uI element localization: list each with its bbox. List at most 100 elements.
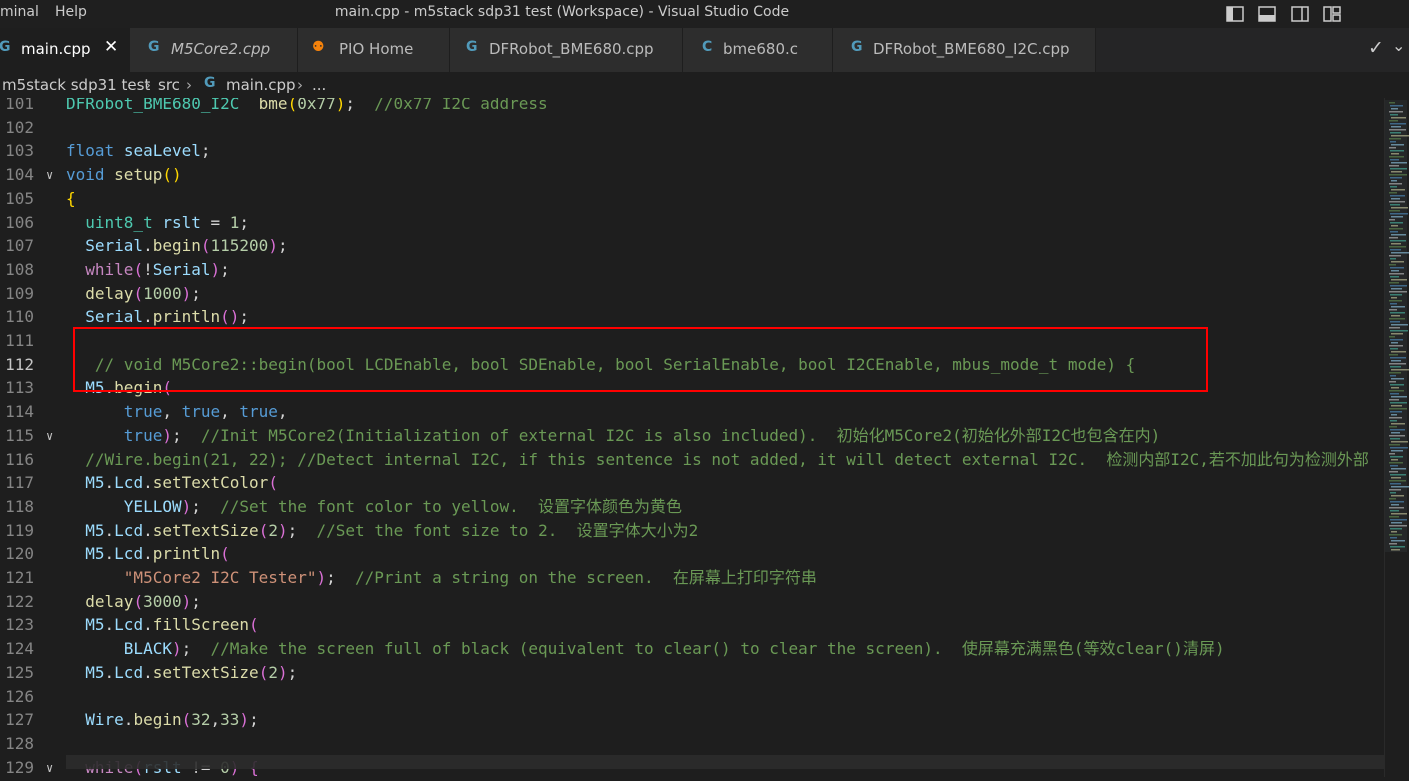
line-number: 119 [5, 521, 34, 540]
code-line[interactable]: 123 M5.Lcd.fillScreen( [0, 613, 1384, 637]
line-number: 107 [5, 236, 34, 255]
code-text: M5.Lcd.setTextSize(2); //Set the font si… [85, 521, 699, 540]
code-line[interactable]: 126 [0, 685, 1384, 709]
code-text: true, true, true, [123, 402, 288, 421]
line-number: 106 [5, 213, 34, 232]
code-line[interactable]: 117 M5.Lcd.setTextColor( [0, 471, 1384, 495]
toggle-secondary-sidebar-icon[interactable] [1289, 3, 1311, 25]
code-line[interactable]: 111 [0, 329, 1384, 353]
code-text: { [66, 189, 76, 208]
code-text: M5.begin( [85, 378, 172, 397]
fold-chevron-icon[interactable]: ∨ [46, 756, 53, 777]
tab-bme680-c[interactable]: C bme680.c [683, 28, 833, 72]
check-icon[interactable]: ✓ [1368, 37, 1384, 59]
minimap[interactable] [1384, 98, 1409, 777]
breadcrumb-folder[interactable]: src [158, 76, 180, 94]
line-number: 122 [5, 592, 34, 611]
code-line[interactable]: 104 ∨ void setup() [0, 163, 1384, 187]
tab-label: bme680.c [723, 40, 799, 58]
code-line[interactable]: 120 M5.Lcd.println( [0, 542, 1384, 566]
minimap-preview [1385, 100, 1409, 552]
code-line[interactable]: 115 ∨ true); //Init M5Core2(Initializatio… [0, 424, 1384, 448]
cpp-file-icon: G [148, 39, 160, 55]
line-number: 102 [5, 118, 34, 137]
code-line[interactable]: 108 while(!Serial); [0, 258, 1384, 282]
title-bar: minal Help main.cpp - m5stack sdp31 test… [0, 0, 1409, 28]
line-number: 113 [5, 378, 34, 397]
line-number: 117 [5, 473, 34, 492]
code-text: delay(1000); [85, 284, 201, 303]
line-number: 118 [5, 497, 34, 516]
line-number: 123 [5, 615, 34, 634]
code-line[interactable]: 118 YELLOW); //Set the font color to yel… [0, 495, 1384, 519]
editor-tab-bar: G main.cpp ✕ G M5Core2.cpp ⚉ PIO Home G … [0, 28, 1409, 72]
chevron-down-icon[interactable]: ⌄ [1392, 36, 1405, 55]
code-line[interactable]: 125 M5.Lcd.setTextSize(2); [0, 661, 1384, 685]
code-line[interactable]: 105 { [0, 187, 1384, 211]
chevron-right-icon: › [297, 76, 303, 94]
code-text: YELLOW); //Set the font color to yellow.… [123, 497, 683, 516]
horizontal-scrollbar[interactable] [66, 755, 1384, 769]
code-line[interactable]: 114 true, true, true, [0, 400, 1384, 424]
code-line[interactable]: 106 uint8_t rslt = 1; [0, 211, 1384, 235]
line-number: 105 [5, 189, 34, 208]
chevron-right-icon: › [186, 76, 192, 94]
code-text: M5.Lcd.println( [85, 544, 230, 563]
code-line[interactable]: 122 delay(3000); [0, 590, 1384, 614]
code-line[interactable]: 121 "M5Core2 I2C Tester"); //Print a str… [0, 566, 1384, 590]
code-text: DFRobot_BME680_I2C bme(0x77); //0x77 I2C… [66, 98, 548, 113]
line-number: 104 [5, 165, 34, 184]
breadcrumb-ellipsis[interactable]: ... [312, 76, 326, 94]
line-number: 109 [5, 284, 34, 303]
code-line[interactable]: 109 delay(1000); [0, 282, 1384, 306]
tab-label: DFRobot_BME680_I2C.cpp [873, 40, 1070, 58]
tab-m5core2-cpp[interactable]: G M5Core2.cpp [130, 28, 298, 72]
fold-chevron-icon[interactable]: ∨ [46, 163, 53, 187]
code-line[interactable]: 127 Wire.begin(32,33); [0, 708, 1384, 732]
line-number: 126 [5, 687, 34, 706]
line-number: 115 [5, 426, 34, 445]
line-number: 112 [5, 355, 34, 374]
code-text: M5.Lcd.fillScreen( [85, 615, 259, 634]
code-line[interactable]: 107 Serial.begin(115200); [0, 234, 1384, 258]
breadcrumb: m5stack sdp31 test › src › G main.cpp › … [0, 72, 1409, 98]
line-number: 114 [5, 402, 34, 421]
toggle-sidebar-icon[interactable] [1224, 3, 1246, 25]
code-line[interactable]: 112 // void M5Core2::begin(bool LCDEnabl… [0, 353, 1384, 377]
code-line[interactable]: 102 [0, 116, 1384, 140]
line-number: 111 [5, 331, 34, 350]
code-line[interactable]: 128 [0, 732, 1384, 756]
code-text: delay(3000); [85, 592, 201, 611]
tab-dfrobot-bme680-cpp[interactable]: G DFRobot_BME680.cpp [450, 28, 683, 72]
code-text: // void M5Core2::begin(bool LCDEnable, b… [94, 355, 1136, 374]
code-editor[interactable]: 101 DFRobot_BME680_I2C bme(0x77); //0x77 … [0, 98, 1384, 777]
toggle-panel-icon[interactable] [1256, 3, 1278, 25]
chevron-right-icon: › [145, 76, 151, 94]
fold-chevron-icon[interactable]: ∨ [46, 424, 53, 448]
code-line[interactable]: 113 M5.begin( [0, 376, 1384, 400]
tab-dfrobot-bme680-i2c-cpp[interactable]: G DFRobot_BME680_I2C.cpp [833, 28, 1096, 72]
breadcrumb-file[interactable]: main.cpp [226, 76, 296, 94]
cpp-file-icon: G [851, 39, 863, 55]
code-line[interactable]: 110 Serial.println(); [0, 305, 1384, 329]
tab-pio-home[interactable]: ⚉ PIO Home [298, 28, 450, 72]
code-line[interactable]: 119 M5.Lcd.setTextSize(2); //Set the fon… [0, 519, 1384, 543]
cpp-file-icon: G [0, 39, 11, 55]
code-line[interactable]: 103 float seaLevel; [0, 139, 1384, 163]
line-number: 108 [5, 260, 34, 279]
customize-layout-icon[interactable] [1321, 3, 1343, 25]
code-text: while(!Serial); [85, 260, 230, 279]
code-line[interactable]: 101 DFRobot_BME680_I2C bme(0x77); //0x77 … [0, 98, 1384, 116]
tab-main-cpp[interactable]: G main.cpp ✕ [0, 28, 130, 72]
line-number: 103 [5, 141, 34, 160]
code-text: void setup() [66, 165, 182, 184]
code-line[interactable]: 124 BLACK); //Make the screen full of bl… [0, 637, 1384, 661]
line-number: 129 [5, 758, 34, 777]
code-text: BLACK); //Make the screen full of black … [123, 639, 1225, 658]
line-number: 110 [5, 307, 34, 326]
line-number: 125 [5, 663, 34, 682]
code-line[interactable]: 116 //Wire.begin(21, 22); //Detect inter… [0, 448, 1384, 472]
tab-close-icon[interactable]: ✕ [104, 37, 118, 57]
breadcrumb-workspace[interactable]: m5stack sdp31 test [2, 76, 150, 94]
code-text: M5.Lcd.setTextColor( [85, 473, 278, 492]
